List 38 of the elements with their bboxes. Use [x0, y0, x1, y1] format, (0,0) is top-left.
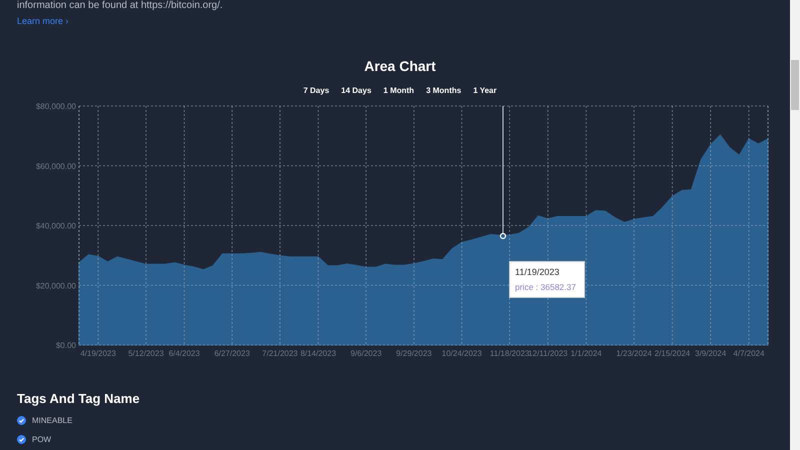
chart-title: Area Chart: [363, 58, 437, 74]
check-circle-icon[interactable]: [17, 416, 26, 425]
intro-text: information can be found at https://bitcoin.org/.: [16, 0, 224, 11]
x-axis-label: 8/14/2023: [300, 349, 336, 358]
scrollbar[interactable]: [790, 0, 800, 450]
x-axis-label: 1/1/2024: [570, 349, 602, 358]
x-axis-label: 11/18/2023: [490, 349, 530, 358]
y-axis-label: $0.00: [56, 341, 76, 350]
range-button[interactable]: 14 Days: [337, 86, 376, 95]
range-button[interactable]: 1 Month: [379, 86, 418, 95]
x-axis-label: 12/11/2023: [528, 349, 568, 358]
hover-point: [500, 232, 506, 240]
x-axis-label: 5/12/2023: [128, 349, 164, 358]
y-axis-label: $60,000.00: [36, 162, 76, 171]
x-axis-label: 9/29/2023: [396, 349, 432, 358]
tags-heading: Tags And Tag Name: [17, 391, 141, 406]
x-axis-label: 9/6/2023: [350, 349, 382, 358]
y-axis-label: $40,000.00: [36, 222, 76, 230]
learn-more-link[interactable]: Learn more ›: [17, 16, 69, 26]
x-axis-label: 4/19/2023: [80, 349, 116, 358]
range-button[interactable]: 7 Days: [299, 86, 334, 95]
x-axis-label: 2/15/2024: [654, 349, 690, 358]
tooltip-price: price : 36582.37: [515, 282, 577, 292]
x-axis-label: 4/7/2024: [733, 349, 764, 358]
check-circle-icon[interactable]: [17, 435, 26, 444]
y-axis-label: $80,000.00: [36, 102, 76, 111]
x-axis-label: 7/21/2023: [262, 349, 298, 358]
range-button[interactable]: 1 Year: [469, 86, 501, 95]
x-axis-label: 3/9/2024: [695, 349, 726, 358]
x-axis-label: 10/24/2023: [442, 349, 482, 358]
x-axis-label: 6/27/2023: [214, 349, 250, 358]
tag-label: POW: [32, 435, 52, 444]
x-axis-label: 1/23/2024: [616, 349, 652, 358]
tag-label: MINEABLE: [32, 416, 72, 425]
tooltip-date: 11/19/2023: [515, 267, 560, 277]
y-axis-label: $20,000.00: [36, 281, 76, 290]
range-button[interactable]: 3 Months: [422, 86, 466, 95]
x-axis-label: 6/4/2023: [168, 349, 200, 358]
